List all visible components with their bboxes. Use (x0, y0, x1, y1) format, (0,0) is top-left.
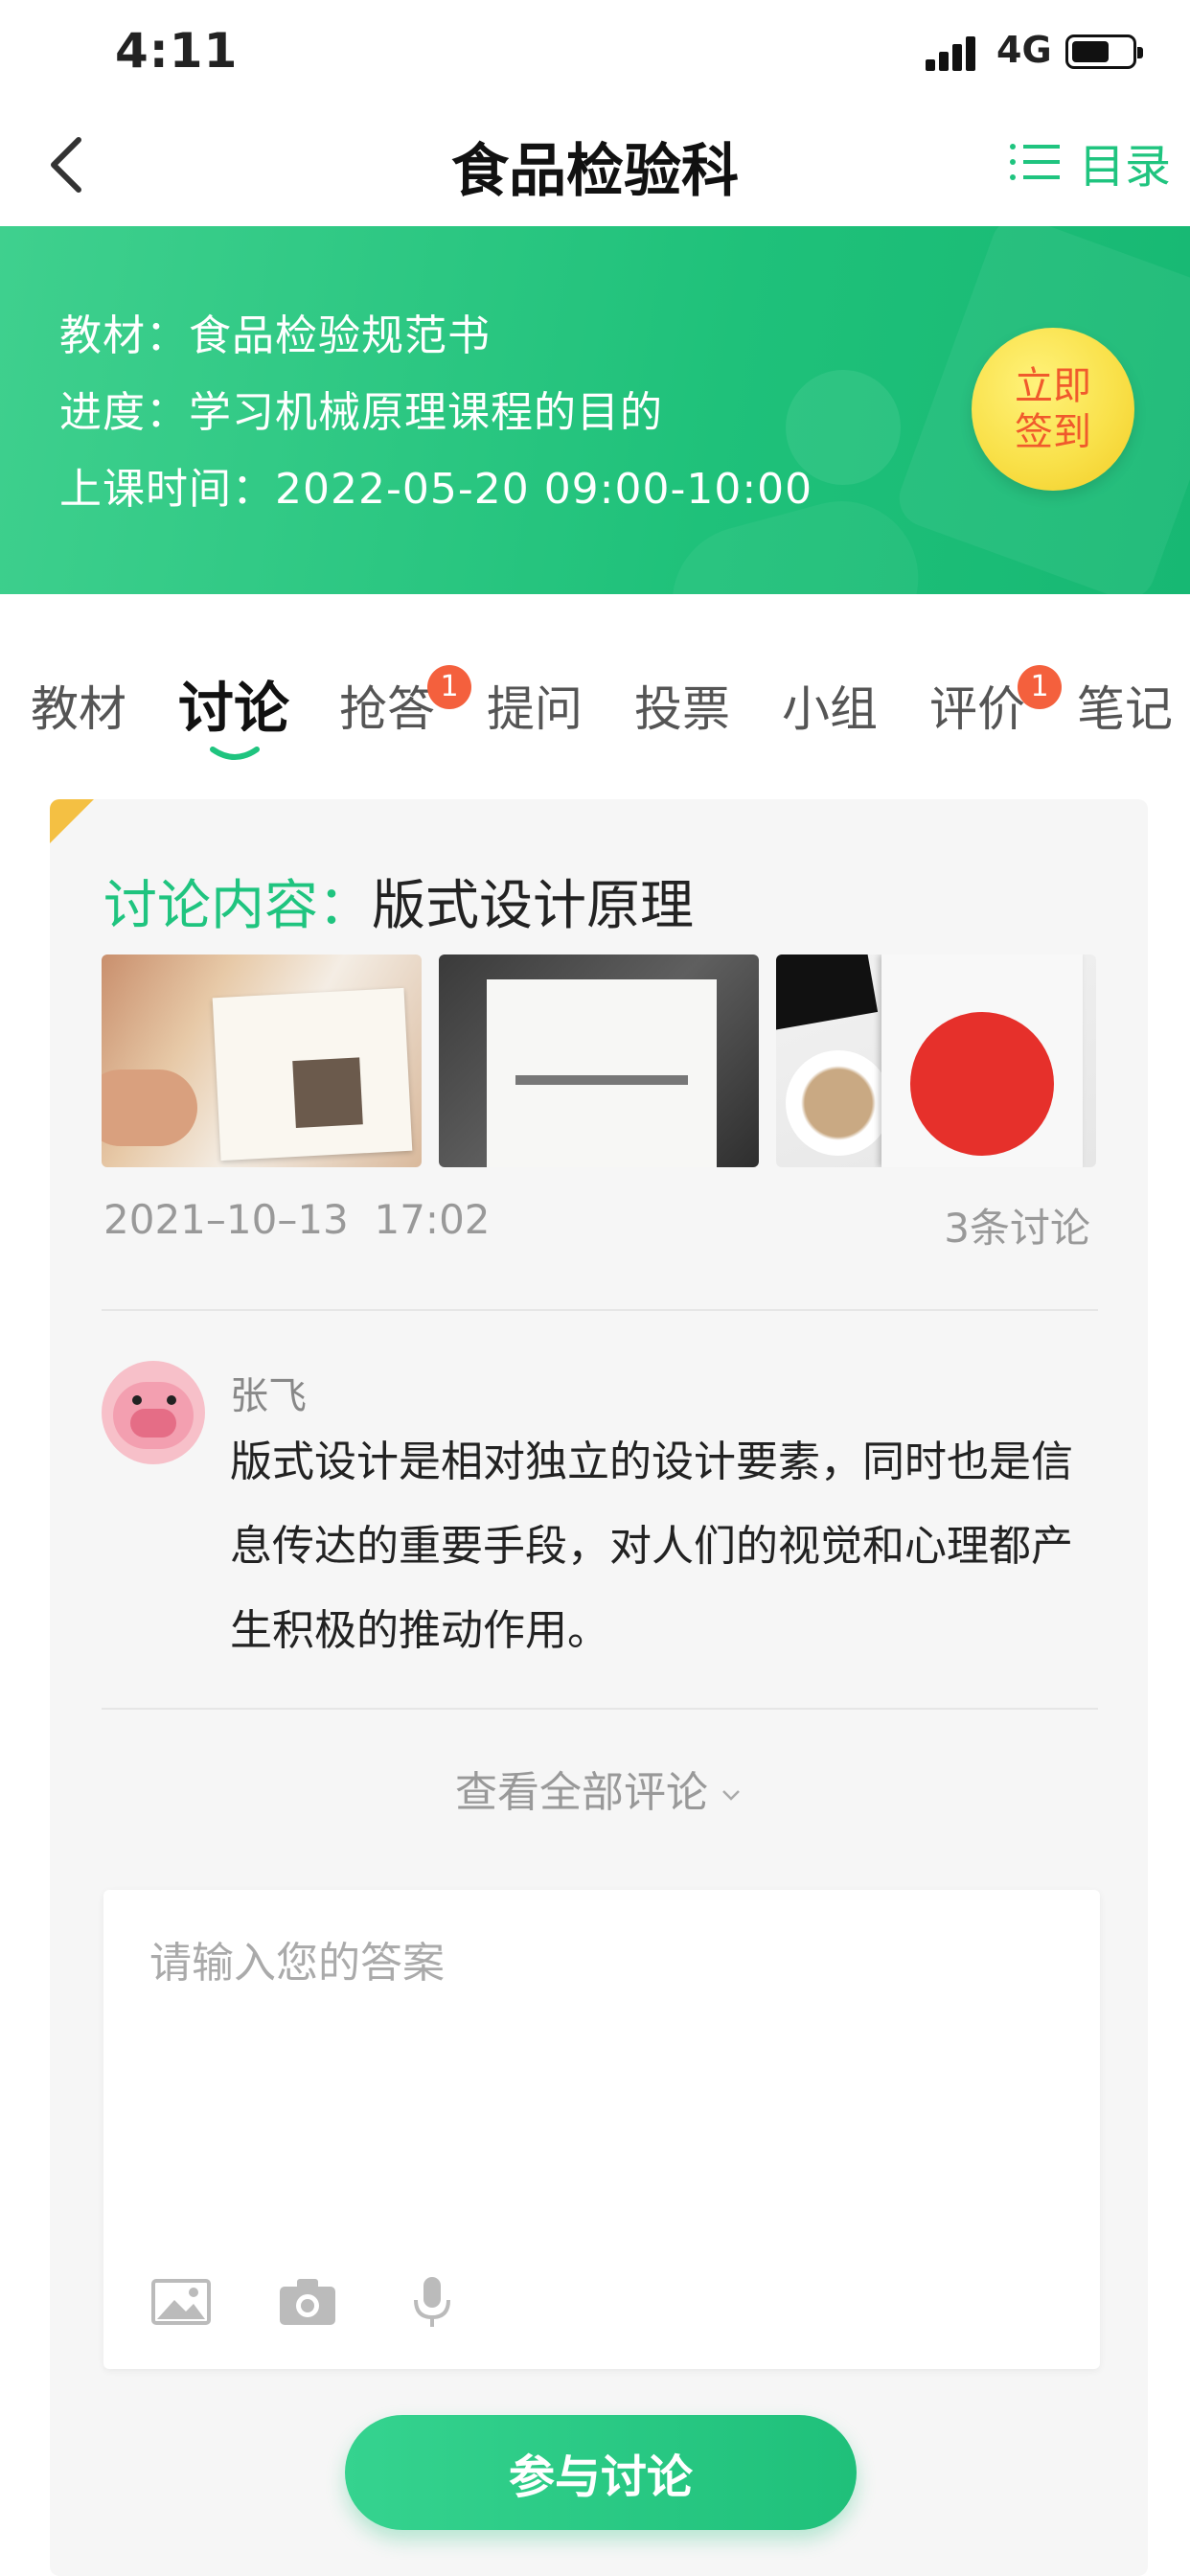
catalog-button[interactable]: 目录 (1008, 128, 1171, 196)
network-type: 4G (996, 29, 1052, 71)
signal-icon (926, 34, 983, 71)
topic-label: 讨论内容： (103, 875, 372, 937)
catalog-label: 目录 (1078, 140, 1171, 194)
discussion-card: 讨论内容：版式设计原理 2021–10–13 17:02 3条讨论 张飞 版式设… (50, 799, 1148, 2576)
tab-vote[interactable]: 投票 (634, 671, 730, 740)
list-icon (1009, 144, 1060, 180)
evaluation-badge: 1 (1018, 665, 1062, 709)
divider (102, 1708, 1098, 1710)
microphone-icon[interactable] (400, 2273, 464, 2331)
nav-bar: 食品检验科 目录 (0, 105, 1190, 226)
discussion-image[interactable] (102, 954, 422, 1167)
discussion-image[interactable] (776, 954, 1096, 1167)
discussion-image[interactable] (439, 954, 759, 1167)
status-time: 4:11 (115, 23, 239, 79)
answer-input[interactable] (149, 1928, 1050, 2216)
checkin-button[interactable]: 立即签到 (972, 328, 1134, 491)
comment-author: 张飞 (230, 1374, 307, 1418)
tab-bar: 教材 讨论 抢答 1 提问 投票 小组 评价 1 笔记 (0, 661, 1190, 776)
battery-icon (1065, 34, 1143, 69)
comment-text: 版式设计是相对独立的设计要素，同时也是信息传达的重要手段，对人们的视觉和心理都产… (230, 1438, 1073, 1655)
tab-textbook[interactable]: 教材 (31, 671, 126, 740)
discussion-datetime: 2021–10–13 17:02 (103, 1196, 491, 1243)
discussion-topic: 讨论内容：版式设计原理 (103, 862, 694, 940)
back-icon[interactable] (38, 126, 105, 203)
divider (102, 1309, 1098, 1311)
join-discussion-button[interactable]: 参与讨论 (345, 2415, 857, 2530)
avatar[interactable] (102, 1361, 205, 1464)
app-screen: 4:11 4G 食品检验科 目录 教材：食品检验规范书 进度：学习机械原理课程的… (0, 0, 1190, 2576)
active-tab-indicator (210, 747, 260, 760)
topic-value: 版式设计原理 (372, 875, 694, 937)
tab-evaluation[interactable]: 评价 1 (929, 665, 1062, 740)
view-all-comments-link[interactable]: 查看全部评论 (50, 1758, 1148, 1819)
banner-progress: 进度：学习机械原理课程的目的 (59, 388, 663, 437)
chevron-down-icon (722, 1790, 740, 1801)
card-corner-marker (50, 799, 94, 843)
tab-question[interactable]: 提问 (487, 671, 583, 740)
banner-class-time: 上课时间：2022-05-20 09:00-10:00 (59, 465, 813, 514)
answer-box (103, 1890, 1100, 2369)
tab-group[interactable]: 小组 (782, 671, 878, 740)
banner-textbook: 教材：食品检验规范书 (59, 311, 491, 360)
checkin-label: 立即签到 (1015, 364, 1091, 454)
status-bar: 4:11 4G (0, 0, 1190, 105)
image-icon[interactable] (149, 2273, 213, 2331)
camera-icon[interactable] (276, 2273, 339, 2331)
tab-quick-answer[interactable]: 抢答 1 (339, 665, 471, 740)
discussion-images (102, 954, 1098, 1167)
discussion-count: 3条讨论 (944, 1205, 1090, 1252)
course-banner: 教材：食品检验规范书 进度：学习机械原理课程的目的 上课时间：2022-05-2… (0, 226, 1190, 594)
tab-discussion[interactable]: 讨论 (178, 663, 289, 744)
quick-answer-badge: 1 (427, 665, 471, 709)
tab-notes[interactable]: 笔记 (1077, 671, 1173, 740)
